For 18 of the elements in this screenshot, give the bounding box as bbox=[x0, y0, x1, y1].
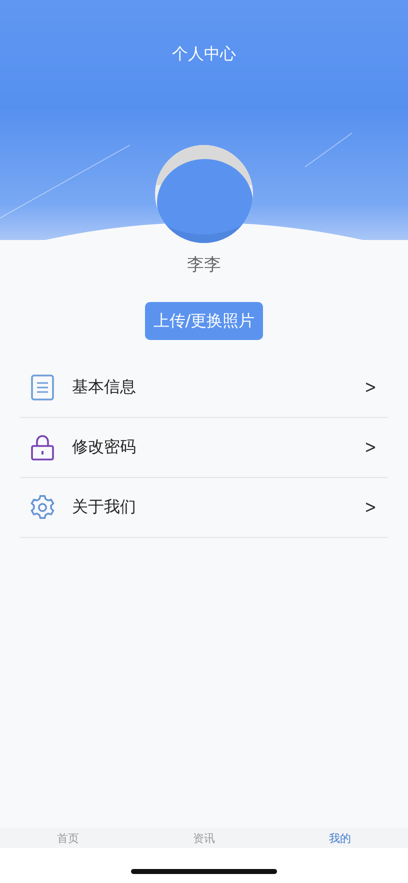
menu-item[interactable]: 基本信息 > bbox=[20, 358, 388, 418]
menu-label: 基本信息 bbox=[72, 377, 137, 398]
chevron-icon: > bbox=[364, 497, 376, 518]
tab[interactable]: 资讯 bbox=[136, 828, 272, 848]
menu-label: 关于我们 bbox=[72, 497, 137, 518]
user-name: 李李 bbox=[187, 254, 221, 277]
settings-icon bbox=[30, 494, 55, 521]
chevron-icon: > bbox=[364, 437, 376, 458]
chevron-icon: > bbox=[364, 377, 376, 398]
menu-item[interactable]: 修改密码 > bbox=[20, 418, 388, 478]
tab[interactable]: 首页 bbox=[0, 828, 136, 848]
tab[interactable]: 我的 bbox=[272, 828, 408, 848]
lock-icon bbox=[30, 434, 55, 461]
menu-item[interactable]: 关于我们 > bbox=[20, 478, 388, 538]
document-icon bbox=[30, 374, 55, 401]
upload-photo-button[interactable]: 上传/更换照片 bbox=[145, 302, 263, 340]
menu-label: 修改密码 bbox=[72, 437, 137, 458]
page-title: 个人中心 bbox=[172, 44, 236, 64]
